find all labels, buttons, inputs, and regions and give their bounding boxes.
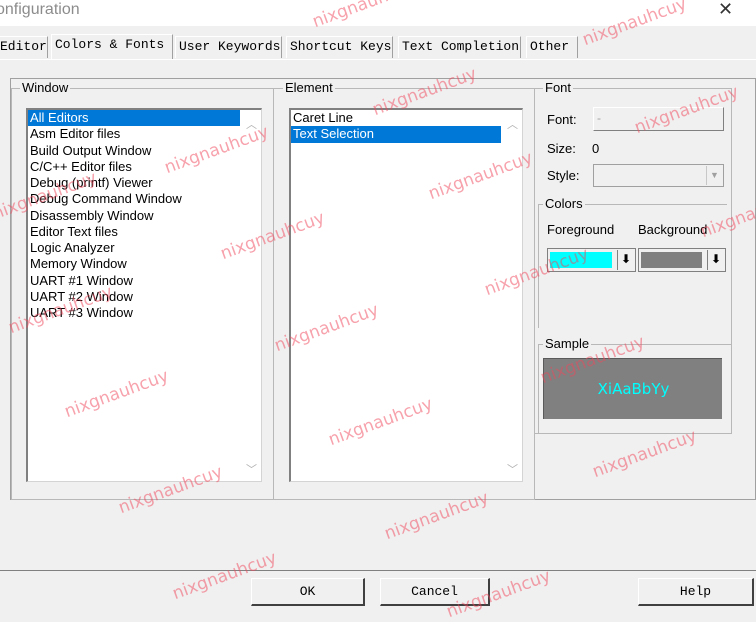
window-item-asm-editor[interactable]: Asm Editor files: [28, 126, 261, 142]
window-item-uart3[interactable]: UART #3 Window: [28, 305, 261, 321]
window-item-disassembly[interactable]: Disassembly Window: [28, 208, 261, 224]
window-item-logic-analyzer[interactable]: Logic Analyzer: [28, 240, 261, 256]
title-bar: onfiguration ✕: [0, 0, 756, 26]
window-item-uart1[interactable]: UART #1 Window: [28, 273, 261, 289]
font-group-legend: Font: [543, 80, 574, 95]
size-value: 0: [592, 141, 600, 156]
element-listbox[interactable]: Caret Line Text Selection ︿ ﹀: [289, 108, 523, 482]
tab-user-keywords[interactable]: User Keywords: [175, 36, 282, 58]
sample-text: XiAaBbYy: [597, 380, 670, 398]
sample-group-legend: Sample: [543, 336, 592, 351]
scroll-up-icon[interactable]: ︿: [246, 116, 257, 132]
tab-text-completion[interactable]: Text Completion: [398, 36, 521, 58]
window-item-memory[interactable]: Memory Window: [28, 256, 261, 272]
window-group-legend: Window: [20, 80, 71, 95]
window-item-debug-printf[interactable]: Debug (printf) Viewer: [28, 175, 261, 191]
window-item-editor-text[interactable]: Editor Text files: [28, 224, 261, 240]
font-select-button[interactable]: -: [593, 107, 724, 131]
scroll-down-icon[interactable]: ﹀: [246, 461, 257, 477]
element-item-caret-line[interactable]: Caret Line: [291, 110, 522, 126]
background-color-picker[interactable]: ⬇: [638, 248, 726, 272]
colors-group-legend: Colors: [543, 196, 585, 211]
background-swatch: [641, 252, 702, 268]
scroll-up-icon[interactable]: ︿: [507, 116, 518, 132]
close-icon[interactable]: ✕: [718, 0, 733, 20]
size-label: Size:: [547, 141, 576, 156]
window-item-uart2[interactable]: UART #2 Window: [28, 289, 261, 305]
dropdown-arrow-icon[interactable]: ⬇: [617, 250, 634, 270]
window-title: onfiguration: [0, 1, 80, 18]
window-item-debug-command[interactable]: Debug Command Window: [28, 191, 261, 207]
foreground-color-picker[interactable]: ⬇: [547, 248, 636, 272]
scroll-down-icon[interactable]: ﹀: [507, 461, 518, 477]
foreground-label: Foreground: [547, 222, 615, 237]
window-listbox[interactable]: All Editors Asm Editor files Build Outpu…: [26, 108, 262, 482]
dropdown-arrow-icon[interactable]: ⬇: [707, 250, 724, 270]
foreground-swatch: [550, 252, 612, 268]
tab-other[interactable]: Other: [526, 36, 578, 58]
style-dropdown[interactable]: ▼: [593, 164, 724, 187]
window-item-all-editors[interactable]: All Editors: [28, 110, 240, 127]
tab-colors-fonts[interactable]: Colors & Fonts: [51, 34, 173, 59]
font-label: Font:: [547, 112, 577, 127]
tab-shortcut-keys[interactable]: Shortcut Keys: [286, 36, 393, 58]
element-item-text-selection[interactable]: Text Selection: [291, 126, 501, 143]
chevron-down-icon[interactable]: ▼: [706, 166, 722, 185]
window-item-cpp-editor[interactable]: C/C++ Editor files: [28, 159, 261, 175]
sample-preview: XiAaBbYy: [543, 358, 722, 419]
background-label: Background: [638, 222, 708, 237]
window-item-build-output[interactable]: Build Output Window: [28, 143, 261, 159]
element-group-legend: Element: [283, 80, 335, 95]
tab-editor[interactable]: Editor: [0, 36, 48, 58]
style-label: Style:: [547, 168, 580, 183]
